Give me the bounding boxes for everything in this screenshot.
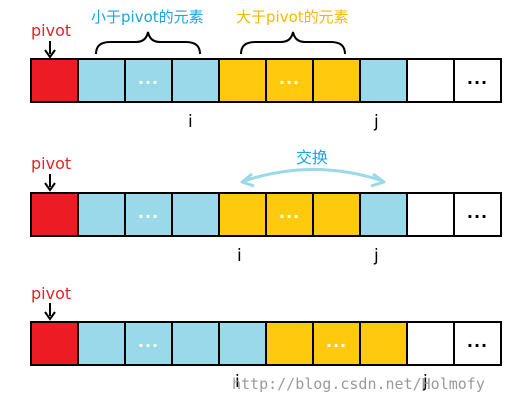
down-arrow-icon (44, 303, 56, 321)
down-arrow-icon (44, 41, 56, 59)
swap-arrow-icon (240, 168, 386, 188)
brace-smaller-icon (95, 31, 201, 55)
annotation-layer (44, 31, 386, 321)
brace-greater-icon (240, 31, 346, 55)
down-arrow-icon (44, 174, 56, 192)
